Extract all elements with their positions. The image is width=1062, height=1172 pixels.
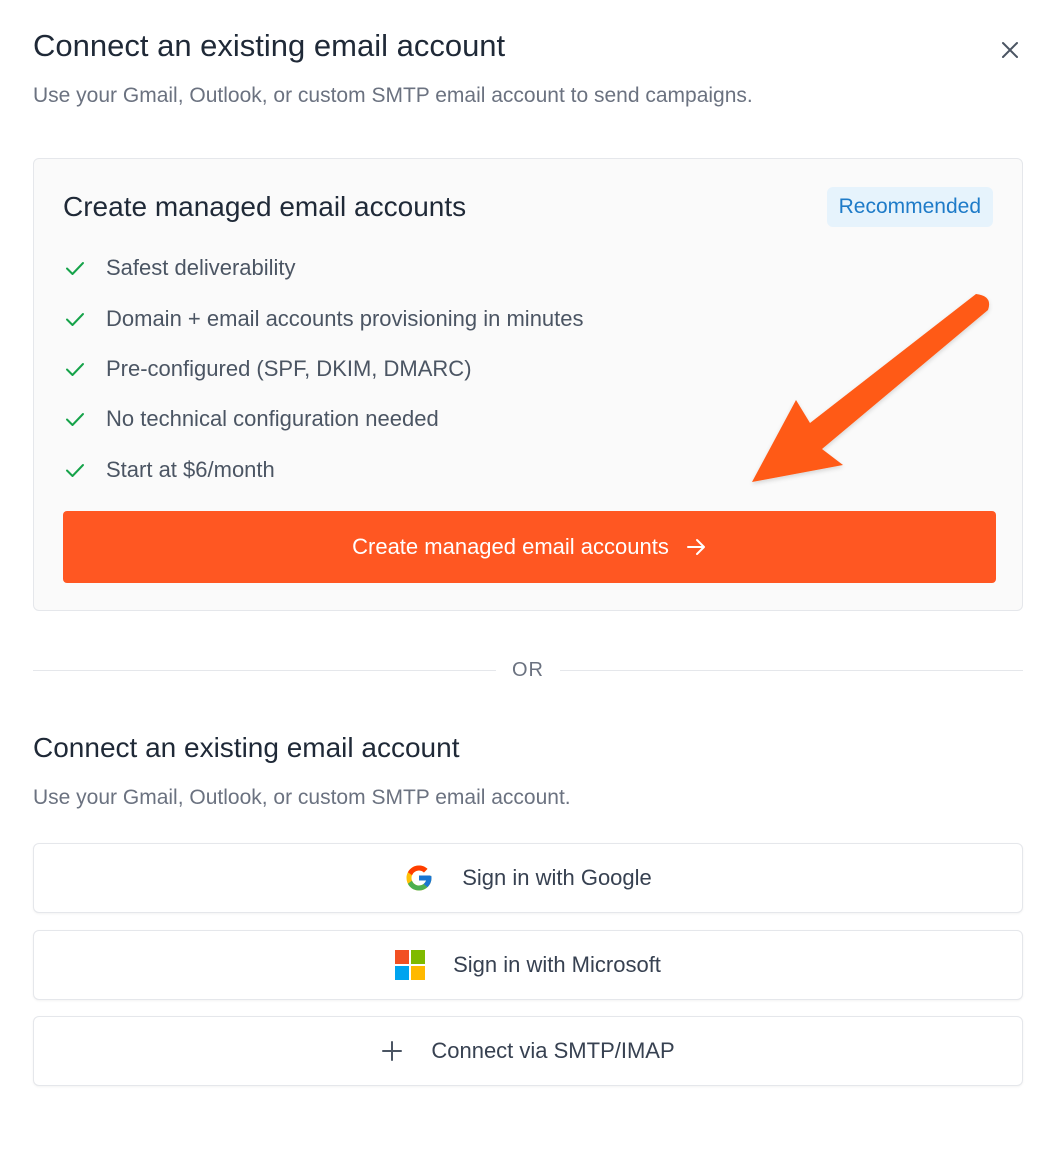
sign-in-google-button[interactable]: Sign in with Google xyxy=(33,843,1023,913)
smtp-button-label: Connect via SMTP/IMAP xyxy=(431,1038,675,1063)
feature-list: Safest deliverability Domain + email acc… xyxy=(63,243,584,495)
recommended-badge: Recommended xyxy=(826,187,993,227)
managed-accounts-card: Create managed email accounts Recommende… xyxy=(33,158,1023,611)
arrow-right-icon xyxy=(685,536,707,558)
divider-line xyxy=(560,669,1023,671)
microsoft-icon xyxy=(395,950,426,980)
divider-line xyxy=(33,669,496,671)
existing-section-subtitle: Use your Gmail, Outlook, or custom SMTP … xyxy=(33,786,571,809)
google-button-label: Sign in with Google xyxy=(462,865,652,890)
cta-label: Create managed email accounts xyxy=(352,534,669,559)
sign-in-microsoft-button[interactable]: Sign in with Microsoft xyxy=(33,930,1023,1000)
feature-label: Safest deliverability xyxy=(106,255,296,281)
microsoft-button-label: Sign in with Microsoft xyxy=(453,952,661,977)
or-divider: OR xyxy=(33,658,1023,682)
check-icon xyxy=(63,307,87,331)
check-icon xyxy=(63,407,87,431)
feature-item: Safest deliverability xyxy=(63,243,584,293)
feature-item: Start at $6/month xyxy=(63,445,584,495)
close-button[interactable] xyxy=(994,34,1026,66)
feature-item: Pre-configured (SPF, DKIM, DMARC) xyxy=(63,344,584,394)
create-managed-accounts-button[interactable]: Create managed email accounts xyxy=(63,511,996,583)
feature-label: Domain + email accounts provisioning in … xyxy=(106,305,584,331)
check-icon xyxy=(63,256,87,280)
divider-label: OR xyxy=(512,658,544,681)
connect-smtp-imap-button[interactable]: Connect via SMTP/IMAP xyxy=(33,1016,1023,1086)
check-icon xyxy=(63,458,87,482)
modal-subtitle: Use your Gmail, Outlook, or custom SMTP … xyxy=(33,84,753,107)
google-icon xyxy=(404,863,434,893)
close-icon xyxy=(1002,42,1018,58)
existing-section-title: Connect an existing email account xyxy=(33,732,460,763)
managed-card-title: Create managed email accounts xyxy=(63,191,467,222)
feature-item: Domain + email accounts provisioning in … xyxy=(63,293,584,343)
check-icon xyxy=(63,357,87,381)
feature-item: No technical configuration needed xyxy=(63,394,584,444)
feature-label: No technical configuration needed xyxy=(106,406,439,432)
feature-label: Start at $6/month xyxy=(106,456,275,482)
plus-icon xyxy=(381,1040,403,1062)
feature-label: Pre-configured (SPF, DKIM, DMARC) xyxy=(106,355,472,381)
modal-title: Connect an existing email account xyxy=(33,28,506,63)
